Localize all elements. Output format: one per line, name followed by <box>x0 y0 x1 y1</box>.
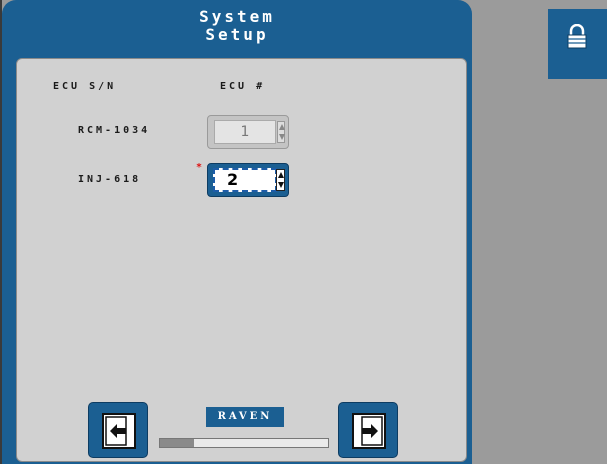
lock-button[interactable] <box>548 9 607 79</box>
ecu-number-spinner-rcm: 1 <box>207 115 289 149</box>
raven-logo: RAVEN <box>206 407 284 427</box>
ecu-number-input-inj[interactable]: 2 <box>213 168 277 192</box>
required-marker: * <box>196 162 203 173</box>
title-line-1: System <box>199 7 275 26</box>
row-serial-inj: INJ-618 <box>78 174 142 185</box>
terminal-screen: System Setup ECU S/N ECU # RCM-1034 1 IN… <box>0 0 607 464</box>
spinner-arrows-disabled <box>277 121 285 143</box>
ecu-number-value-rcm: 1 <box>214 120 276 144</box>
column-header-serial: ECU S/N <box>53 81 117 92</box>
arrow-up-icon[interactable] <box>278 172 284 178</box>
spinner-arrows[interactable] <box>276 169 285 191</box>
page-title: System Setup <box>2 8 472 44</box>
exit-left-icon <box>102 413 136 449</box>
progress-fill <box>160 439 194 447</box>
progress-bar <box>159 438 329 448</box>
back-button[interactable] <box>88 402 148 458</box>
ecu-number-spinner-inj[interactable]: 2 <box>207 163 289 197</box>
arrow-up-icon <box>279 124 285 130</box>
arrow-down-icon[interactable] <box>278 182 284 188</box>
column-header-ecu-number: ECU # <box>220 81 266 92</box>
padlock-icon <box>567 24 587 49</box>
content-area: ECU S/N ECU # RCM-1034 1 INJ-618 2 <box>16 58 467 462</box>
system-setup-panel: System Setup ECU S/N ECU # RCM-1034 1 IN… <box>2 0 472 464</box>
title-line-2: Setup <box>205 25 269 44</box>
row-serial-rcm: RCM-1034 <box>78 125 151 136</box>
forward-button[interactable] <box>338 402 398 458</box>
arrow-down-icon <box>279 134 285 140</box>
exit-right-icon <box>352 413 386 449</box>
